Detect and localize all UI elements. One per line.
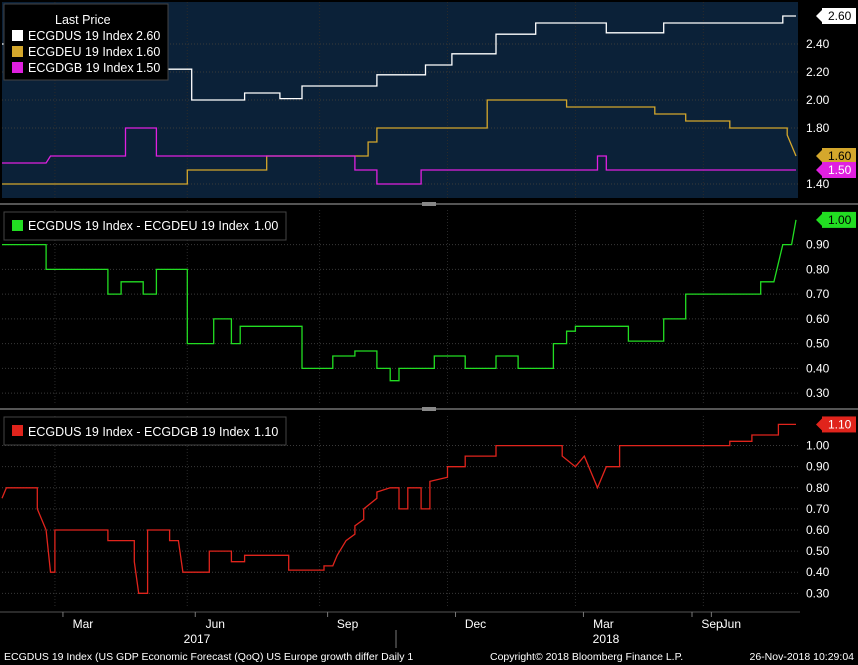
panel-3-last-badges: 1.10 [816,416,856,433]
y-tick-label: 0.50 [806,337,830,351]
y-tick-label: 1.00 [806,439,830,453]
y-tick-label: 0.40 [806,361,830,375]
y-tick-label: 0.80 [806,262,830,276]
panel-1-legend: Last Price ECGDUS 19 Index 2.60 ECGDEU 1… [3,3,169,81]
y-tick-label: 2.40 [806,37,830,51]
legend-value-us-de: 1.00 [254,219,278,233]
divider-handle-2[interactable] [422,407,436,411]
y-tick-label: 2.20 [806,65,830,79]
x-month-label: Sep [337,617,359,631]
bloomberg-chart: 2.402.202.001.801.40 2.601.601.50 Last P… [0,0,858,665]
y-tick-label: 0.50 [806,544,830,558]
x-month-label: Dec [465,617,486,631]
y-tick-label: 2.00 [806,93,830,107]
legend-swatch-white [12,30,23,41]
legend-value-ecgdus: 2.60 [136,29,160,43]
y-tick-label: 0.40 [806,565,830,579]
last-value-text: 1.10 [828,417,852,431]
legend-swatch-green [12,220,23,231]
y-tick-label: 0.60 [806,523,830,537]
x-month-label: Mar [73,617,94,631]
legend-item-ecgdus: ECGDUS 19 Index [28,29,134,43]
y-tick-label: 1.40 [806,177,830,191]
footer-copyright: Copyright© 2018 Bloomberg Finance L.P. [490,651,683,663]
footer-description: ECGDUS 19 Index (US GDP Economic Forecas… [4,651,413,663]
last-value-text: 2.60 [828,9,852,23]
legend-item-ecgdeu: ECGDEU 19 Index [28,45,134,59]
panel-2-last-badges: 1.00 [816,211,856,228]
x-year-2018: 2018 [593,632,620,646]
footer-timestamp: 26-Nov-2018 10:29:04 [750,651,855,663]
panel-2-legend: ECGDUS 19 Index - ECGDEU 19 Index 1.00 [3,211,287,241]
x-month-label: Jun [206,617,225,631]
y-tick-label: 1.80 [806,121,830,135]
y-tick-label: 0.60 [806,312,830,326]
x-month-label: Jun [722,617,741,631]
legend-value-ecgdeu: 1.60 [136,45,160,59]
x-month-label: Mar [593,617,614,631]
y-tick-label: 0.30 [806,586,830,600]
legend-swatch-gold [12,46,23,57]
last-value-text: 1.50 [828,163,852,177]
legend-item-ecgdgb: ECGDGB 19 Index [28,61,134,75]
y-tick-label: 0.80 [806,481,830,495]
divider-handle-1[interactable] [422,202,436,206]
legend-value-us-gb: 1.10 [254,425,278,439]
panel-1: 2.402.202.001.801.40 2.601.601.50 Last P… [2,2,856,198]
y-tick-label: 0.30 [806,386,830,400]
last-value-text: 1.00 [828,213,852,227]
y-tick-label: 0.90 [806,238,830,252]
legend-item-us-de: ECGDUS 19 Index - ECGDEU 19 Index [28,219,250,233]
legend-swatch-red [12,425,23,436]
y-tick-label: 0.70 [806,287,830,301]
panel-3-legend: ECGDUS 19 Index - ECGDGB 19 Index 1.10 [3,416,287,446]
x-year-2017: 2017 [184,632,211,646]
legend-value-ecgdgb: 1.50 [136,61,160,75]
y-tick-label: 0.90 [806,460,830,474]
y-tick-label: 0.70 [806,502,830,516]
legend-swatch-magenta [12,62,23,73]
last-value-text: 1.60 [828,149,852,163]
legend-title: Last Price [55,13,111,27]
legend-item-us-gb: ECGDUS 19 Index - ECGDGB 19 Index [28,425,250,439]
x-month-label: Sep [701,617,723,631]
